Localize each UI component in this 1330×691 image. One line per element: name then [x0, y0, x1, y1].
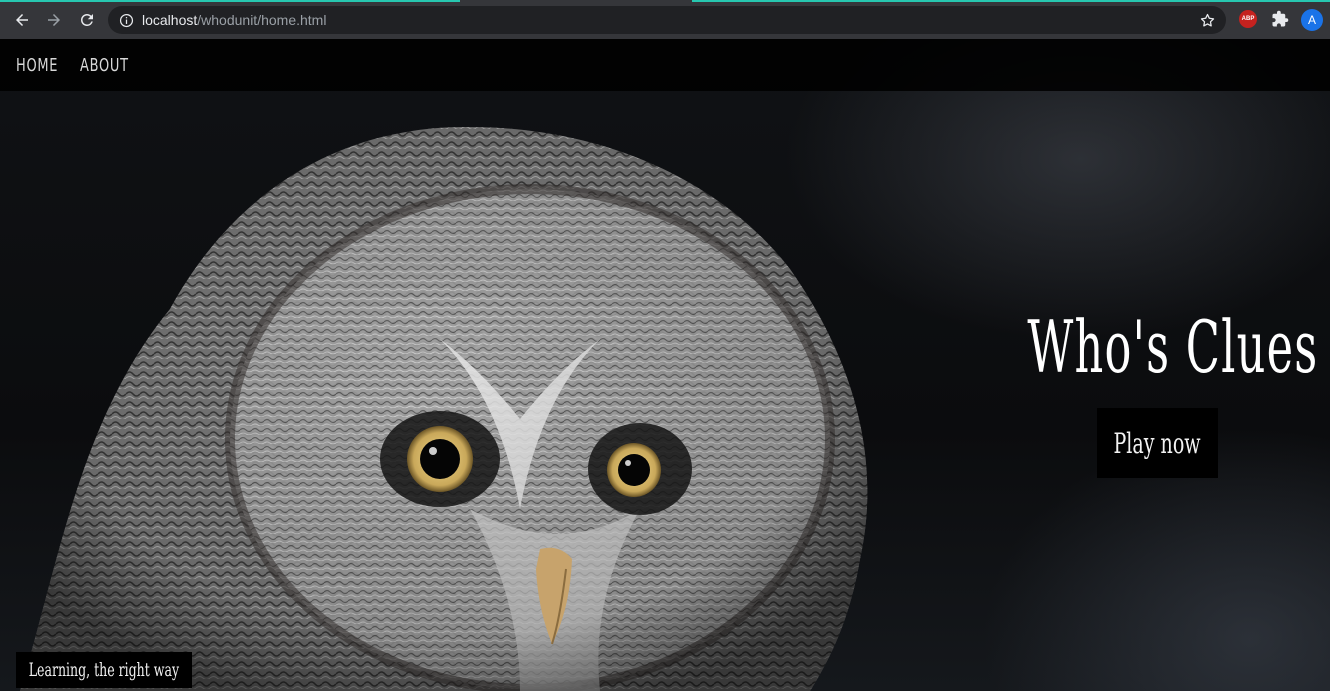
play-now-label: Play now	[1113, 426, 1202, 460]
nav-link-about[interactable]: About	[80, 55, 130, 76]
site-navbar: Home About	[0, 39, 1330, 91]
back-button[interactable]	[10, 8, 34, 32]
nav-link-home[interactable]: Home	[16, 55, 66, 76]
reload-button[interactable]	[75, 8, 99, 32]
forward-button[interactable]	[42, 8, 66, 32]
puzzle-icon[interactable]	[1271, 10, 1289, 28]
tab-strip-accent	[692, 0, 1330, 2]
tagline-banner: Learning, the right way	[16, 652, 192, 688]
info-icon[interactable]	[118, 12, 134, 28]
hero-section: Home About Who's Clues Play now Learning…	[0, 39, 1330, 691]
star-icon[interactable]	[1198, 11, 1216, 29]
adblock-extension-icon[interactable]: ABP	[1239, 10, 1257, 28]
page-title: Who's Clues	[1026, 305, 1318, 390]
profile-initial: A	[1307, 13, 1316, 27]
url-host: localhost	[142, 12, 198, 28]
reload-icon	[81, 13, 93, 26]
tagline-text: Learning, the right way	[28, 659, 180, 681]
play-now-button[interactable]: Play now	[1097, 408, 1218, 478]
arrow-left-icon	[16, 14, 28, 26]
tab-strip-accent	[0, 0, 460, 2]
adblock-label: ABP	[1241, 16, 1255, 22]
browser-toolbar: localhost/whodunit/home.html ABP A	[0, 0, 1330, 39]
address-bar[interactable]: localhost/whodunit/home.html	[108, 6, 1226, 34]
profile-avatar[interactable]: A	[1301, 9, 1323, 31]
url-path: /whodunit/home.html	[197, 12, 327, 28]
arrow-right-icon	[48, 14, 60, 26]
